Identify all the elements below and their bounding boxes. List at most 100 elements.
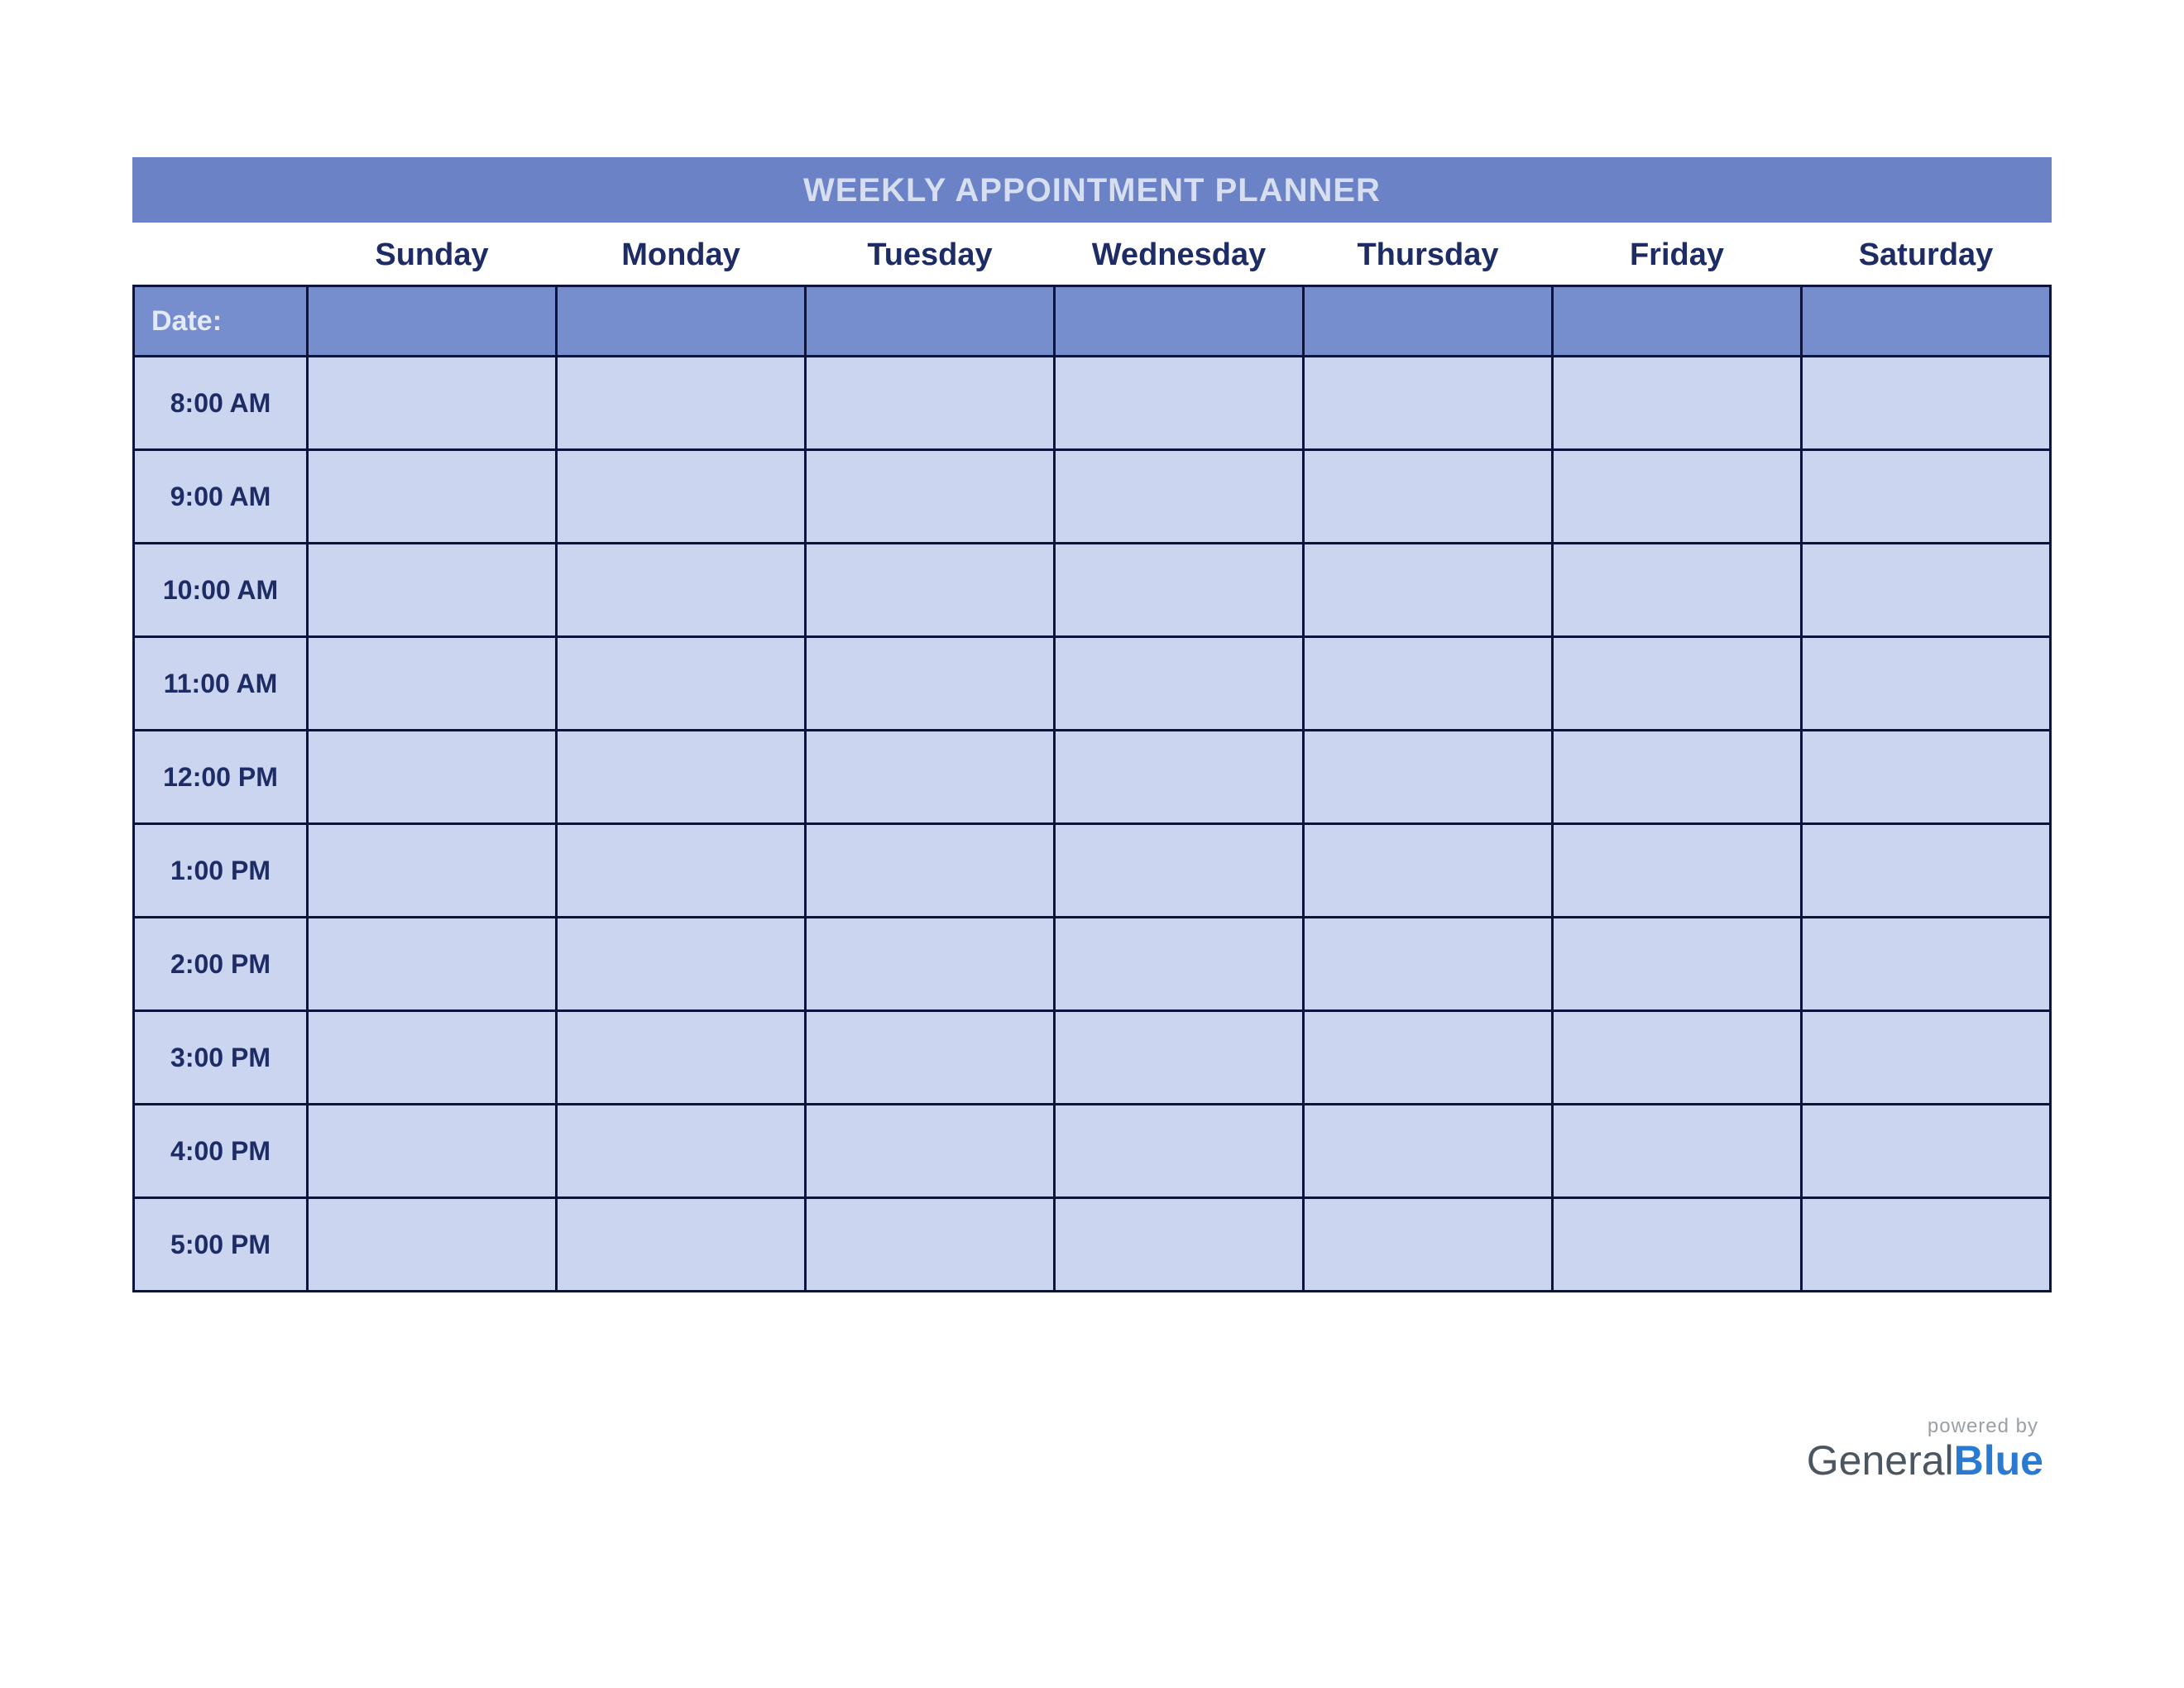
slot-cell[interactable] bbox=[1553, 731, 1802, 824]
slot-cell[interactable] bbox=[1055, 1105, 1304, 1198]
slot-cell[interactable] bbox=[1055, 1011, 1304, 1105]
slot-cell[interactable] bbox=[557, 918, 806, 1011]
slot-cell[interactable] bbox=[1553, 1011, 1802, 1105]
slot-row: 12:00 PM bbox=[134, 731, 2051, 824]
time-label: 9:00 AM bbox=[134, 450, 308, 544]
slot-cell[interactable] bbox=[308, 918, 557, 1011]
slot-cell[interactable] bbox=[557, 544, 806, 637]
day-header-thursday: Thursday bbox=[1304, 223, 1553, 286]
slot-cell[interactable] bbox=[308, 1105, 557, 1198]
slot-cell[interactable] bbox=[1304, 357, 1553, 450]
slot-cell[interactable] bbox=[806, 450, 1055, 544]
slot-cell[interactable] bbox=[1055, 731, 1304, 824]
slot-cell[interactable] bbox=[1553, 918, 1802, 1011]
slot-cell[interactable] bbox=[1802, 1198, 2051, 1292]
slot-cell[interactable] bbox=[1304, 1105, 1553, 1198]
slot-cell[interactable] bbox=[557, 450, 806, 544]
slot-cell[interactable] bbox=[557, 357, 806, 450]
slot-cell[interactable] bbox=[1304, 637, 1553, 731]
slot-cell[interactable] bbox=[1802, 1011, 2051, 1105]
time-label: 2:00 PM bbox=[134, 918, 308, 1011]
page-title: WEEKLY APPOINTMENT PLANNER bbox=[132, 157, 2052, 223]
slot-cell[interactable] bbox=[557, 824, 806, 918]
slot-cell[interactable] bbox=[1055, 450, 1304, 544]
slot-cell[interactable] bbox=[1802, 544, 2051, 637]
date-cell[interactable] bbox=[1055, 286, 1304, 357]
slot-cell[interactable] bbox=[1553, 357, 1802, 450]
slot-cell[interactable] bbox=[1055, 637, 1304, 731]
time-label: 4:00 PM bbox=[134, 1105, 308, 1198]
slot-cell[interactable] bbox=[308, 450, 557, 544]
day-header-row: Sunday Monday Tuesday Wednesday Thursday… bbox=[134, 223, 2051, 286]
slot-cell[interactable] bbox=[806, 1198, 1055, 1292]
slot-cell[interactable] bbox=[1802, 450, 2051, 544]
slot-cell[interactable] bbox=[1802, 357, 2051, 450]
slot-cell[interactable] bbox=[1802, 637, 2051, 731]
slot-cell[interactable] bbox=[806, 544, 1055, 637]
slot-cell[interactable] bbox=[1055, 544, 1304, 637]
slot-cell[interactable] bbox=[1553, 450, 1802, 544]
date-cell[interactable] bbox=[806, 286, 1055, 357]
brand-part2: Blue bbox=[1954, 1437, 2043, 1484]
day-header-sunday: Sunday bbox=[308, 223, 557, 286]
time-label: 5:00 PM bbox=[134, 1198, 308, 1292]
slot-cell[interactable] bbox=[308, 1198, 557, 1292]
time-label: 1:00 PM bbox=[134, 824, 308, 918]
slot-cell[interactable] bbox=[557, 731, 806, 824]
slot-cell[interactable] bbox=[308, 731, 557, 824]
slot-cell[interactable] bbox=[806, 1011, 1055, 1105]
slot-cell[interactable] bbox=[1553, 1105, 1802, 1198]
slot-cell[interactable] bbox=[1055, 824, 1304, 918]
slot-cell[interactable] bbox=[1304, 544, 1553, 637]
slot-cell[interactable] bbox=[1553, 544, 1802, 637]
slot-cell[interactable] bbox=[806, 824, 1055, 918]
slot-cell[interactable] bbox=[308, 544, 557, 637]
slot-cell[interactable] bbox=[308, 824, 557, 918]
slot-cell[interactable] bbox=[1304, 918, 1553, 1011]
slot-cell[interactable] bbox=[1304, 450, 1553, 544]
slot-cell[interactable] bbox=[1553, 824, 1802, 918]
slot-cell[interactable] bbox=[557, 1105, 806, 1198]
slot-cell[interactable] bbox=[1055, 918, 1304, 1011]
planner-table: Sunday Monday Tuesday Wednesday Thursday… bbox=[132, 223, 2052, 1292]
brand-part1: General bbox=[1807, 1437, 1954, 1484]
slot-cell[interactable] bbox=[1802, 824, 2051, 918]
planner-page: WEEKLY APPOINTMENT PLANNER Sunday Monday… bbox=[0, 0, 2184, 1688]
date-row: Date: bbox=[134, 286, 2051, 357]
date-cell[interactable] bbox=[1553, 286, 1802, 357]
powered-by-label: powered by bbox=[1807, 1415, 2043, 1438]
slot-cell[interactable] bbox=[308, 637, 557, 731]
slot-row: 8:00 AM bbox=[134, 357, 2051, 450]
slot-cell[interactable] bbox=[1055, 1198, 1304, 1292]
slot-row: 11:00 AM bbox=[134, 637, 2051, 731]
slot-cell[interactable] bbox=[1553, 1198, 1802, 1292]
slot-cell[interactable] bbox=[806, 731, 1055, 824]
day-header-wednesday: Wednesday bbox=[1055, 223, 1304, 286]
slot-cell[interactable] bbox=[1802, 731, 2051, 824]
slot-cell[interactable] bbox=[1304, 731, 1553, 824]
date-cell[interactable] bbox=[1304, 286, 1553, 357]
slot-cell[interactable] bbox=[806, 918, 1055, 1011]
footer-attribution: powered by GeneralBlue bbox=[1807, 1415, 2043, 1481]
date-cell[interactable] bbox=[1802, 286, 2051, 357]
slot-cell[interactable] bbox=[308, 1011, 557, 1105]
slot-cell[interactable] bbox=[1304, 1011, 1553, 1105]
time-label: 10:00 AM bbox=[134, 544, 308, 637]
slot-cell[interactable] bbox=[1055, 357, 1304, 450]
slot-cell[interactable] bbox=[1304, 824, 1553, 918]
slot-cell[interactable] bbox=[806, 1105, 1055, 1198]
day-header-tuesday: Tuesday bbox=[806, 223, 1055, 286]
slot-cell[interactable] bbox=[557, 637, 806, 731]
brand-logo: GeneralBlue bbox=[1807, 1440, 2043, 1481]
slot-cell[interactable] bbox=[1802, 918, 2051, 1011]
date-cell[interactable] bbox=[308, 286, 557, 357]
slot-cell[interactable] bbox=[806, 357, 1055, 450]
slot-cell[interactable] bbox=[1553, 637, 1802, 731]
date-cell[interactable] bbox=[557, 286, 806, 357]
slot-cell[interactable] bbox=[557, 1011, 806, 1105]
slot-cell[interactable] bbox=[557, 1198, 806, 1292]
slot-cell[interactable] bbox=[1304, 1198, 1553, 1292]
slot-cell[interactable] bbox=[1802, 1105, 2051, 1198]
slot-cell[interactable] bbox=[806, 637, 1055, 731]
slot-cell[interactable] bbox=[308, 357, 557, 450]
